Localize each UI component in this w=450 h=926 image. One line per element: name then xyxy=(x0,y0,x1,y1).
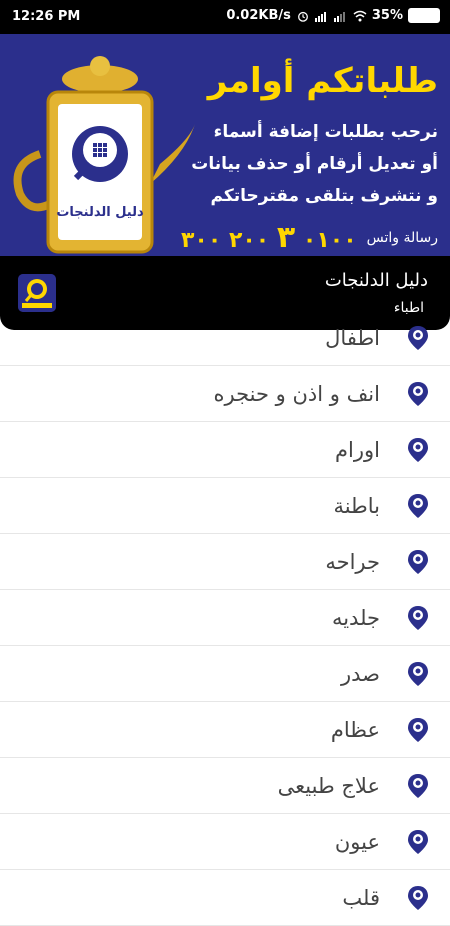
list-item-label: علاج طبيعى xyxy=(277,773,380,798)
list-item[interactable]: عظام xyxy=(0,702,450,758)
banner-line-3: و نتشرف بتلقى مقترحاتكم xyxy=(210,186,438,206)
banner-line-1: نرحب بطلبات إضافة أسماء xyxy=(213,122,438,142)
status-indicators: 0.02KB/s 35% xyxy=(226,8,440,23)
location-pin-icon xyxy=(408,773,428,798)
list-item-label: اطفال xyxy=(325,325,380,350)
list-item-label: عيون xyxy=(334,829,380,854)
magic-lamp-icon: دليل الدلنجات xyxy=(13,56,195,254)
list-item-label: انف و اذن و حنجره xyxy=(213,381,380,406)
location-pin-icon xyxy=(408,493,428,518)
list-item[interactable]: علاج طبيعى xyxy=(0,758,450,814)
location-pin-icon xyxy=(408,605,428,630)
list-item-label: اورام xyxy=(335,437,380,462)
location-pin-icon xyxy=(408,437,428,462)
banner-headline: طلباتكم أوامر xyxy=(207,61,438,101)
list-item[interactable]: باطنة xyxy=(0,478,450,534)
location-pin-icon xyxy=(408,829,428,854)
signal-icon xyxy=(314,11,326,22)
list-item[interactable]: قلب xyxy=(0,870,450,926)
location-pin-icon xyxy=(408,381,428,406)
network-speed: 0.02KB/s xyxy=(226,8,291,23)
list-item[interactable]: جراحه xyxy=(0,534,450,590)
banner-whatsapp-label: رسالة واتس xyxy=(366,229,438,246)
location-pin-icon xyxy=(408,549,428,574)
list-item[interactable]: عيون xyxy=(0,814,450,870)
promo-banner[interactable]: دليل الدلنجات طلباتكم أوامر نرحب بطلبات … xyxy=(0,34,450,256)
signal-icon-2 xyxy=(333,11,345,22)
location-pin-icon xyxy=(408,661,428,686)
banner-phone-row: ٠١٠٠ ٣ ٢٠٠ ٣٠٠ رسالة واتس xyxy=(181,220,438,255)
list-item-label: باطنة xyxy=(333,493,380,518)
location-pin-icon xyxy=(408,325,428,350)
banner-phone-number: ٠١٠٠ ٣ ٢٠٠ ٣٠٠ xyxy=(180,220,357,255)
alarm-icon xyxy=(297,11,308,22)
battery-percent: 35% xyxy=(371,8,403,23)
list-item[interactable]: انف و اذن و حنجره xyxy=(0,366,450,422)
list-item-label: عظام xyxy=(330,717,380,742)
list-item-label: جراحه xyxy=(325,549,380,574)
list-item[interactable]: اطفال xyxy=(0,310,450,366)
list-item-label: جلديه xyxy=(331,605,380,630)
location-pin-icon xyxy=(408,885,428,910)
list-item-label: صدر xyxy=(341,661,380,686)
app-logo-icon[interactable] xyxy=(18,274,56,312)
banner-line-2: أو تعديل أرقام أو حذف بيانات xyxy=(191,154,438,174)
category-list: اطفال انف و اذن و حنجره اورام باطنة جراحه جلد… xyxy=(0,310,450,926)
list-item[interactable]: جلديه xyxy=(0,590,450,646)
status-time: 12:26 PM xyxy=(12,9,81,24)
app-title: دليل الدلنجات xyxy=(324,270,428,291)
list-item-label: قلب xyxy=(342,885,380,910)
status-bar: 12:26 PM 0.02KB/s 35% xyxy=(0,0,450,34)
list-item[interactable]: اورام xyxy=(0,422,450,478)
list-item[interactable]: صدر xyxy=(0,646,450,702)
wifi-icon xyxy=(353,10,367,21)
battery-icon xyxy=(408,8,440,23)
banner-logo-text: دليل الدلنجات xyxy=(56,205,144,220)
location-pin-icon xyxy=(408,717,428,742)
